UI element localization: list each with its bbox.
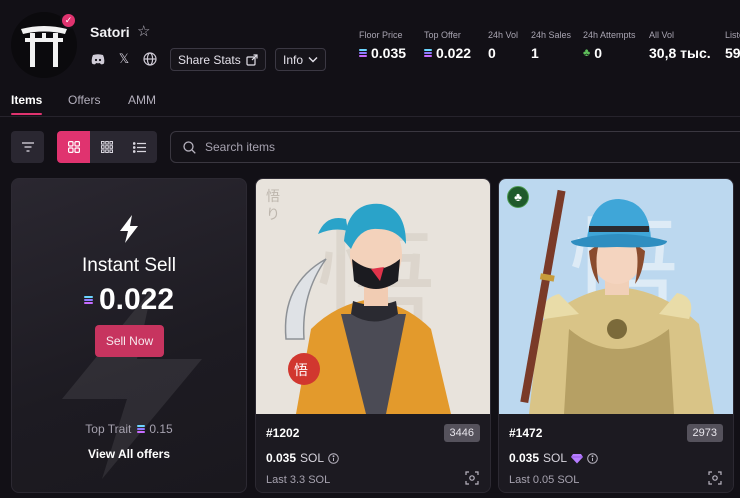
search-input[interactable]	[205, 140, 605, 154]
stat-label: 24h Attempts	[583, 30, 636, 40]
nft-id: #1472	[509, 426, 543, 440]
stat-label: Listed	[725, 30, 740, 40]
stat-label: Floor Price	[359, 30, 403, 40]
share-stats-button[interactable]: Share Stats	[170, 48, 266, 71]
stat-top-offer: Top Offer 0.022	[424, 30, 471, 61]
stat-listed: Listed 59	[725, 30, 740, 61]
scan-icon	[708, 471, 722, 485]
torii-gate-icon	[21, 26, 67, 67]
share-stats-label: Share Stats	[178, 52, 241, 67]
rarity-rank-badge: 3446	[443, 424, 480, 442]
last-sale-price: Last 0.05 SOL	[509, 474, 580, 486]
stat-label: Top Offer	[424, 30, 461, 40]
scan-icon	[465, 471, 479, 485]
discord-icon[interactable]	[90, 51, 106, 67]
info-icon[interactable]	[587, 452, 598, 464]
nft-card[interactable]: 悟 ♣ #1472 2973 0.035 SOL Last 0.05 SOL	[498, 178, 734, 493]
stat-label: All Vol	[649, 30, 675, 40]
nft-image[interactable]: 悟 ♣	[499, 179, 733, 414]
rarity-rank-badge: 2973	[686, 424, 723, 442]
stat-all-vol: All Vol 30,8 тыс.	[649, 30, 711, 61]
filter-icon	[21, 142, 34, 152]
stat-24h-attempts: 24h Attempts ♣ 0	[583, 30, 636, 61]
nft-price-value: 0.035	[266, 451, 297, 465]
small-grid-view-button[interactable]	[90, 131, 123, 163]
view-mode-toggle	[57, 131, 157, 163]
view-all-offers-link[interactable]: View All offers	[12, 447, 246, 461]
stat-value: 0.022	[436, 45, 472, 61]
stat-value: 30,8 тыс.	[649, 45, 711, 61]
info-icon[interactable]	[328, 452, 339, 464]
nft-price-value: 0.035	[509, 451, 540, 465]
diamond-icon	[571, 453, 584, 463]
nft-info: #1202 3446 0.035 SOL Last 3.3 SOL	[256, 414, 490, 492]
nft-price: 0.035 SOL	[509, 451, 598, 465]
svg-text:悟: 悟	[266, 189, 280, 205]
favorite-star-icon[interactable]: ☆	[137, 22, 150, 40]
small-grid-icon	[100, 141, 113, 153]
search-bar	[170, 131, 740, 163]
nft-image[interactable]: 悟 り 悟 悟	[256, 179, 490, 414]
tab-amm[interactable]: AMM	[128, 93, 156, 107]
info-label: Info	[283, 52, 304, 67]
stat-value: 0.035	[371, 45, 407, 61]
last-sale-price: Last 3.3 SOL	[266, 474, 331, 486]
list-view-button[interactable]	[124, 131, 157, 163]
inspect-button[interactable]	[464, 470, 480, 486]
instant-sell-price-value: 0.022	[98, 283, 175, 316]
stat-value: 1	[531, 45, 539, 61]
inspect-button[interactable]	[707, 470, 723, 486]
lucky-clover-badge-icon: ♣	[507, 186, 529, 208]
top-trait-offer: Top Trait 0.15	[12, 422, 246, 436]
lightning-bolt-icon	[120, 215, 138, 243]
list-icon	[133, 141, 147, 153]
top-trait-label: Top Trait	[85, 422, 132, 436]
sol-icon	[83, 296, 93, 304]
nft-card[interactable]: 悟 り 悟 悟 #1202 3446 0.035 SOL Last 3.3 SO…	[255, 178, 491, 493]
stat-24h-sales: 24h Sales 1	[531, 30, 571, 61]
stat-label: 24h Sales	[531, 30, 572, 40]
tab-offers[interactable]: Offers	[68, 93, 100, 107]
stat-value: 0	[488, 45, 496, 61]
nft-id: #1202	[266, 426, 300, 440]
svg-text:り: り	[266, 207, 280, 223]
sol-icon	[137, 425, 146, 433]
clover-icon: ♣	[583, 47, 591, 59]
large-grid-icon	[67, 141, 80, 153]
tabs-divider	[0, 116, 740, 117]
instant-sell-title: Instant Sell	[82, 255, 176, 276]
stat-24h-vol: 24h Vol 0	[488, 30, 518, 61]
nft-price-unit: SOL	[543, 451, 568, 465]
x-twitter-icon[interactable]: 𝕏	[116, 51, 132, 67]
verified-badge-icon: ✓	[60, 12, 77, 29]
tab-items[interactable]: Items	[11, 93, 42, 107]
stat-value: 59	[725, 45, 740, 61]
info-dropdown-button[interactable]: Info	[275, 48, 327, 71]
stat-label: 24h Vol	[488, 30, 519, 40]
nft-info: #1472 2973 0.035 SOL Last 0.05 SOL	[499, 414, 733, 492]
nft-price: 0.035 SOL	[266, 451, 339, 465]
search-icon	[183, 140, 196, 154]
sol-icon	[359, 49, 367, 57]
instant-sell-price: 0.022	[12, 283, 246, 317]
stat-value: 0	[594, 45, 603, 61]
nft-price-unit: SOL	[300, 451, 325, 465]
top-trait-value: 0.15	[149, 422, 173, 436]
chevron-down-icon	[308, 57, 318, 63]
instant-sell-card: Instant Sell 0.022 Sell Now Top Trait 0.…	[11, 178, 247, 493]
sol-icon	[424, 49, 432, 57]
large-grid-view-button[interactable]	[57, 131, 91, 163]
share-icon	[246, 53, 258, 66]
stat-floor-price: Floor Price 0.035	[359, 30, 406, 61]
filter-toggle-button[interactable]	[11, 131, 44, 163]
active-tab-indicator	[11, 113, 42, 115]
svg-text:悟: 悟	[294, 363, 308, 379]
collection-name: Satori	[90, 24, 130, 40]
website-globe-icon[interactable]	[142, 51, 158, 67]
sell-now-button[interactable]: Sell Now	[95, 325, 164, 357]
